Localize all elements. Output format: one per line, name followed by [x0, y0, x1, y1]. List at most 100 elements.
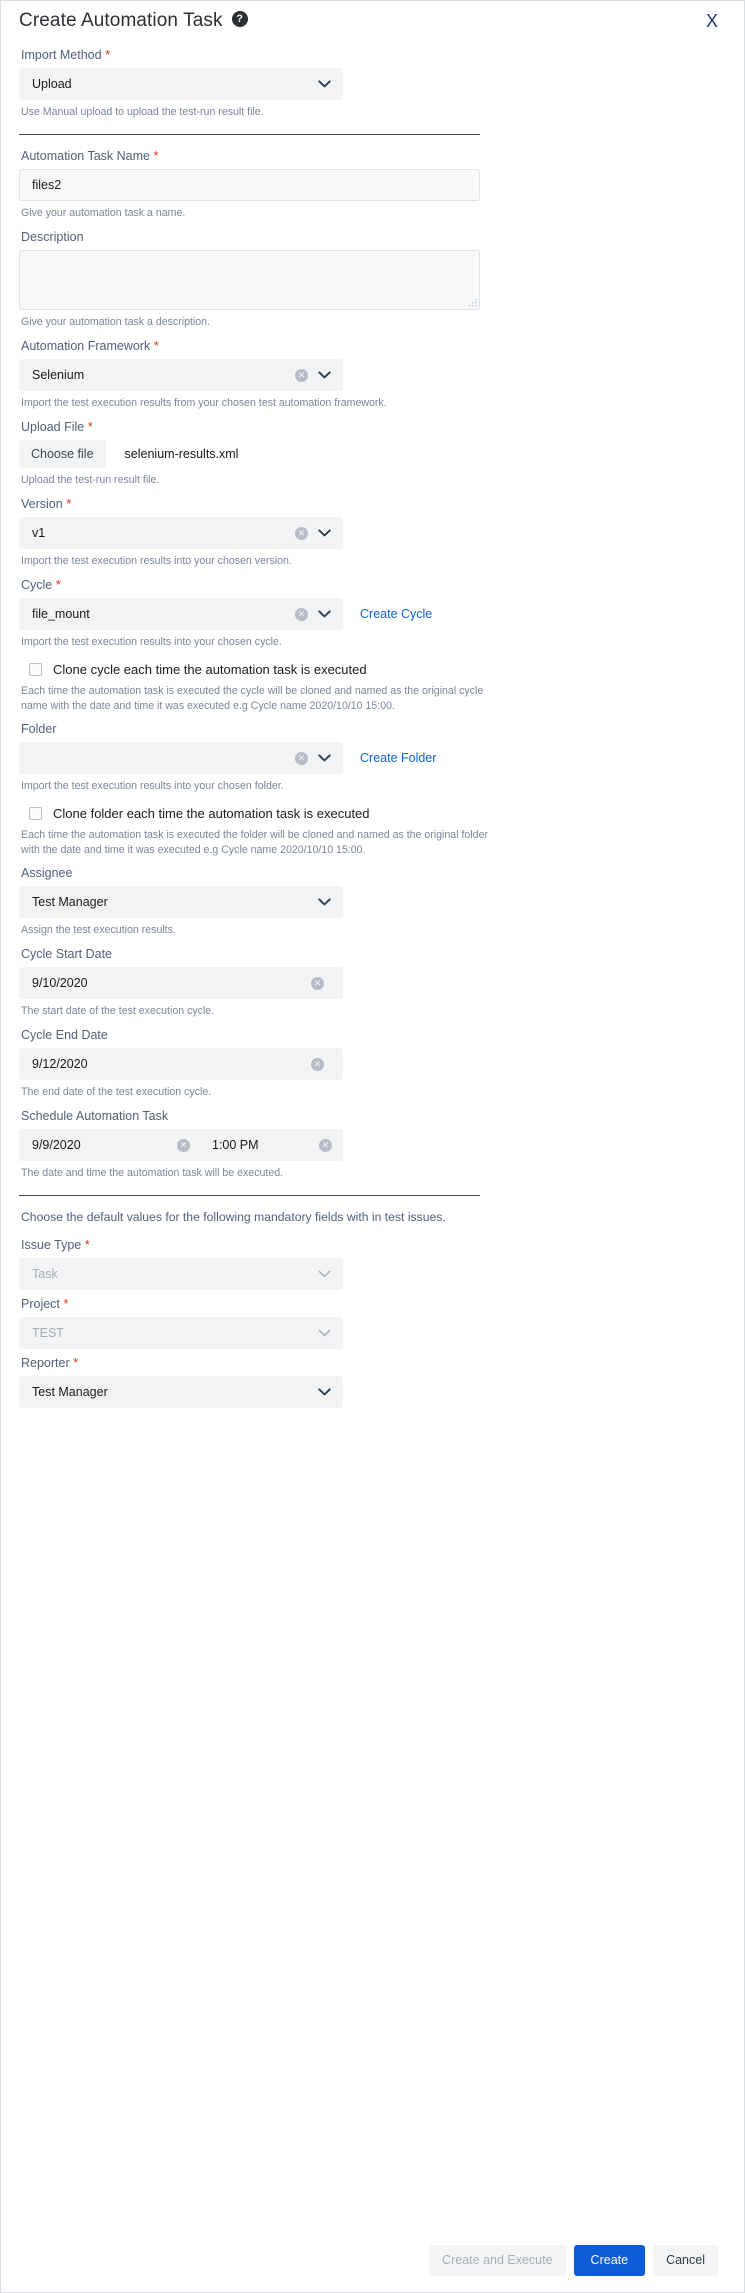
- field-import-method: Import Method * Upload Use Manual upload…: [19, 47, 726, 128]
- framework-value: Selenium: [32, 368, 85, 382]
- label-task-name: Automation Task Name *: [21, 148, 159, 163]
- schedule-date-input[interactable]: 9/9/2020 ✕: [20, 1130, 200, 1160]
- chevron-down-icon[interactable]: [318, 371, 331, 379]
- clone-cycle-label: Clone cycle each time the automation tas…: [53, 662, 367, 677]
- folder-row: ✕ Create Folder: [19, 742, 726, 774]
- field-framework: Automation Framework * Selenium ✕ Import…: [19, 338, 726, 419]
- reporter-value: Test Manager: [32, 1385, 108, 1399]
- cycle-select[interactable]: file_mount ✕: [19, 598, 343, 630]
- chevron-down-icon[interactable]: [318, 529, 331, 537]
- create-button[interactable]: Create: [573, 2245, 646, 2276]
- hint-task-name: Give your automation task a name.: [21, 207, 186, 219]
- framework-select[interactable]: Selenium ✕: [19, 359, 343, 391]
- chevron-down-icon: [318, 1329, 331, 1337]
- chevron-down-icon[interactable]: [318, 898, 331, 906]
- clone-cycle-checkbox-row[interactable]: Clone cycle each time the automation tas…: [19, 658, 726, 678]
- field-cycle-start-date: Cycle Start Date 9/10/2020 ✕ The start d…: [19, 946, 726, 1027]
- help-circle-icon[interactable]: ?: [231, 11, 248, 27]
- description-textarea[interactable]: [19, 250, 480, 310]
- defaults-note: Choose the default values for the follow…: [21, 1210, 446, 1224]
- version-select[interactable]: v1 ✕: [19, 517, 343, 549]
- field-project: Project * TEST: [19, 1296, 726, 1355]
- hint-cycle-start-date: The start date of the test execution cyc…: [21, 1005, 215, 1017]
- field-reporter: Reporter * Test Manager: [19, 1355, 726, 1408]
- hint-version: Import the test execution results into y…: [21, 555, 292, 567]
- section-divider-top: [19, 134, 480, 135]
- task-name-input[interactable]: files2: [19, 169, 480, 201]
- clone-cycle-note: Each time the automation task is execute…: [21, 685, 484, 712]
- project-select[interactable]: TEST: [19, 1317, 343, 1349]
- assignee-select[interactable]: Test Manager: [19, 886, 343, 918]
- clear-icon[interactable]: ✕: [295, 607, 308, 621]
- create-cycle-link[interactable]: Create Cycle: [360, 607, 432, 621]
- label-assignee: Assignee: [21, 866, 73, 880]
- section-divider-bottom: [19, 1195, 480, 1196]
- label-folder: Folder: [21, 722, 57, 736]
- chevron-down-icon[interactable]: [318, 754, 331, 762]
- assignee-value: Test Manager: [32, 895, 108, 909]
- label-cycle: Cycle *: [21, 577, 61, 592]
- close-icon[interactable]: X: [706, 12, 718, 30]
- required-asterisk: *: [66, 496, 72, 511]
- label-upload-file: Upload File *: [21, 419, 93, 434]
- issue-type-select[interactable]: Task: [19, 1258, 343, 1290]
- required-asterisk: *: [63, 1296, 69, 1311]
- choose-file-button[interactable]: Choose file: [19, 440, 106, 468]
- clear-icon[interactable]: ✕: [295, 751, 308, 765]
- field-schedule: Schedule Automation Task 9/9/2020 ✕ 1:00…: [19, 1108, 726, 1189]
- field-version: Version * v1 ✕ Import the test execution…: [19, 496, 726, 577]
- checkbox-icon[interactable]: [29, 807, 42, 820]
- label-issue-type: Issue Type *: [21, 1237, 90, 1252]
- reporter-select[interactable]: Test Manager: [19, 1376, 343, 1408]
- chevron-down-icon: [318, 1270, 331, 1278]
- required-asterisk: *: [153, 338, 159, 353]
- clear-icon[interactable]: ✕: [295, 526, 308, 540]
- hint-schedule: The date and time the automation task wi…: [21, 1167, 284, 1179]
- create-folder-link[interactable]: Create Folder: [360, 751, 436, 765]
- dialog-body: Import Method * Upload Use Manual upload…: [1, 47, 744, 1408]
- hint-import-method: Use Manual upload to upload the test-run…: [21, 106, 264, 118]
- dialog-footer: Create and Execute Create Cancel: [1, 2229, 744, 2292]
- chevron-down-icon[interactable]: [318, 1388, 331, 1396]
- required-asterisk: *: [153, 148, 159, 163]
- clone-folder-label: Clone folder each time the automation ta…: [53, 806, 370, 821]
- cycle-row: file_mount ✕ Create Cycle: [19, 598, 726, 630]
- create-and-execute-button[interactable]: Create and Execute: [429, 2245, 566, 2276]
- required-asterisk: *: [73, 1355, 79, 1370]
- label-schedule: Schedule Automation Task: [21, 1109, 169, 1123]
- schedule-time-input[interactable]: 1:00 PM ✕: [200, 1130, 342, 1160]
- import-method-select[interactable]: Upload: [19, 68, 343, 100]
- cycle-end-date-input[interactable]: 9/12/2020 ✕: [19, 1048, 343, 1080]
- import-method-value: Upload: [32, 77, 72, 91]
- clear-icon[interactable]: ✕: [311, 1057, 324, 1071]
- label-version: Version *: [21, 496, 72, 511]
- label-import-method: Import Method *: [21, 47, 111, 62]
- clear-icon[interactable]: ✕: [177, 1138, 190, 1152]
- cycle-end-date-value: 9/12/2020: [32, 1057, 88, 1071]
- field-cycle: Cycle * file_mount ✕ Create Cycle Import…: [19, 577, 726, 721]
- cycle-start-date-input[interactable]: 9/10/2020 ✕: [19, 967, 343, 999]
- required-asterisk: *: [87, 419, 93, 434]
- label-cycle-end-date: Cycle End Date: [21, 1028, 108, 1042]
- schedule-date-value: 9/9/2020: [32, 1138, 81, 1152]
- field-task-name: Automation Task Name * files2 Give your …: [19, 148, 726, 229]
- folder-select[interactable]: ✕: [19, 742, 343, 774]
- hint-cycle-end-date: The end date of the test execution cycle…: [21, 1086, 212, 1098]
- hint-cycle: Import the test execution results into y…: [21, 636, 282, 648]
- chevron-down-icon[interactable]: [318, 80, 331, 88]
- clear-icon[interactable]: ✕: [319, 1138, 332, 1152]
- page-title: Create Automation Task: [19, 10, 223, 31]
- clear-icon[interactable]: ✕: [295, 368, 308, 382]
- task-name-value: files2: [32, 178, 62, 192]
- cancel-button[interactable]: Cancel: [653, 2245, 718, 2276]
- label-description: Description: [21, 230, 84, 244]
- clear-icon[interactable]: ✕: [311, 976, 324, 990]
- hint-framework: Import the test execution results from y…: [21, 397, 387, 409]
- chevron-down-icon[interactable]: [318, 610, 331, 618]
- schedule-datetime-input: 9/9/2020 ✕ 1:00 PM ✕: [19, 1129, 343, 1161]
- resize-handle-icon[interactable]: [469, 299, 477, 307]
- field-description: Description Give your automation task a …: [19, 229, 726, 338]
- checkbox-icon[interactable]: [29, 663, 42, 676]
- schedule-time-value: 1:00 PM: [212, 1138, 259, 1152]
- clone-folder-checkbox-row[interactable]: Clone folder each time the automation ta…: [19, 802, 726, 822]
